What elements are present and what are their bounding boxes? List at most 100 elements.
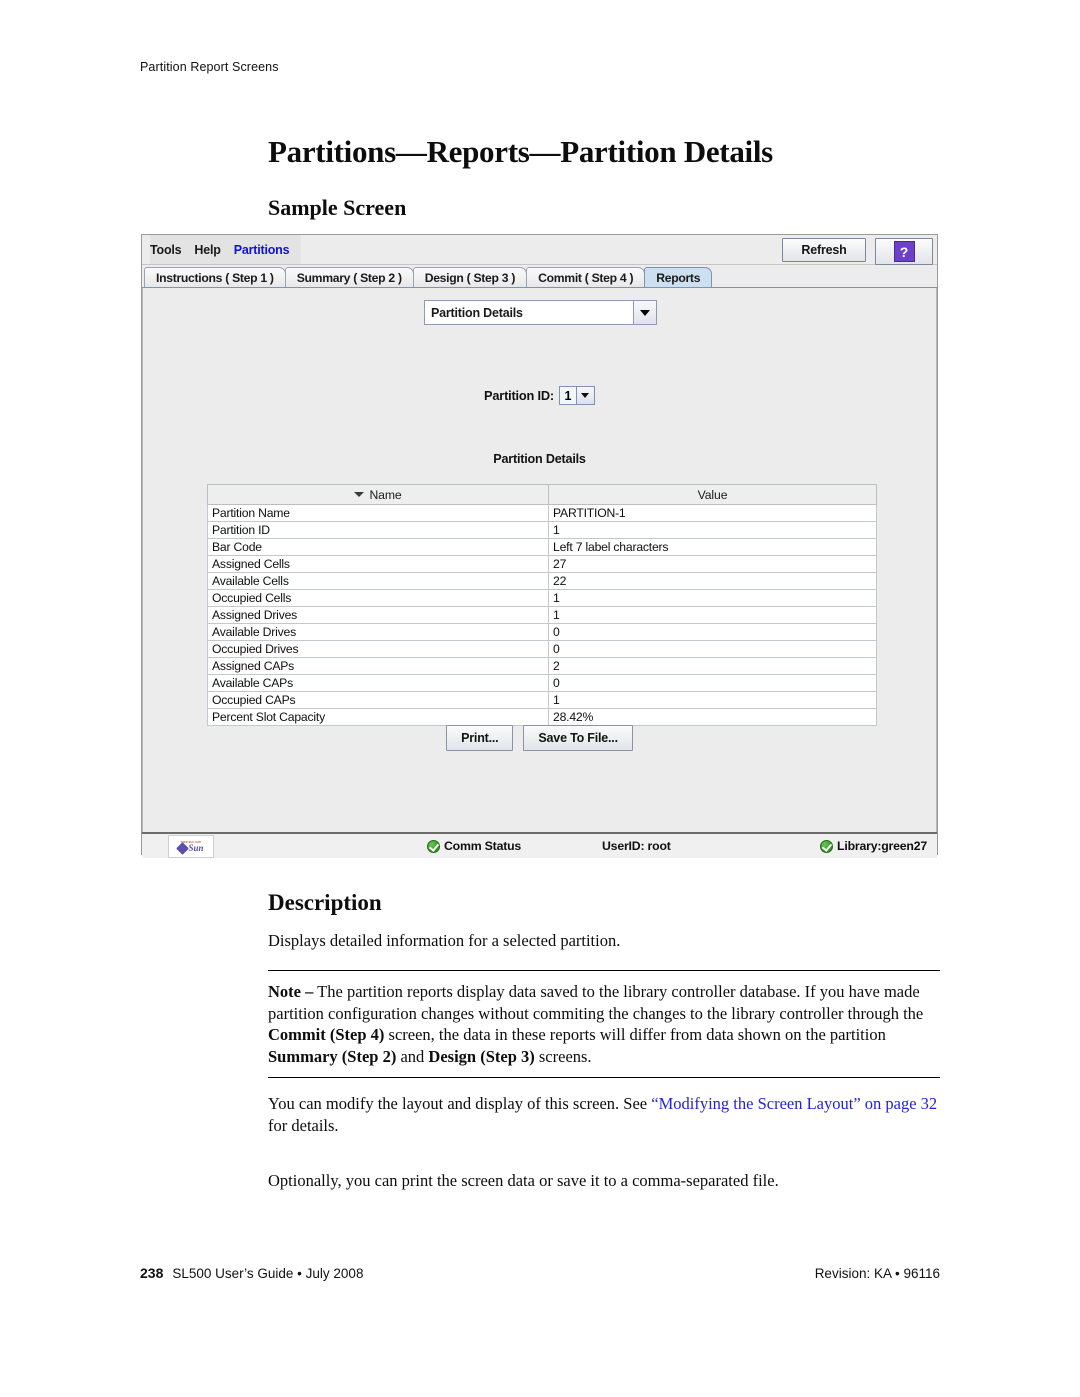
partition-id-label: Partition ID: <box>484 388 554 403</box>
row-name: Percent Slot Capacity <box>207 708 549 726</box>
sun-logo-mark: Sun <box>176 841 204 855</box>
table-header-row: Name Value <box>207 484 877 505</box>
row-name: Occupied Cells <box>207 589 549 607</box>
footer-revision: Revision: KA • 96116 <box>814 1266 940 1281</box>
note-block: Note – The partition reports display dat… <box>268 970 940 1078</box>
sample-screen-heading: Sample Screen <box>268 195 407 220</box>
action-button-row: Print... Save To File... <box>143 725 936 751</box>
menu-group: Tools Help Partitions <box>150 235 302 264</box>
row-value: 0 <box>548 623 877 641</box>
chevron-down-glyph <box>640 309 650 316</box>
row-value: 0 <box>548 674 877 692</box>
tab-strip: Instructions ( Step 1 ) Summary ( Step 2… <box>142 265 937 288</box>
row-name: Occupied CAPs <box>207 691 549 709</box>
table-row[interactable]: Available Drives 0 <box>207 623 877 641</box>
row-value: 1 <box>548 606 877 624</box>
table-row[interactable]: Assigned Cells 27 <box>207 555 877 573</box>
table-row[interactable]: Partition Name PARTITION-1 <box>207 504 877 522</box>
note-part-1: The partition reports display data saved… <box>268 982 924 1023</box>
menu-item-help[interactable]: Help <box>194 243 220 257</box>
note-bold-design: Design (Step 3) <box>428 1046 535 1066</box>
report-type-combobox[interactable]: Partition Details <box>424 300 657 325</box>
table-row[interactable]: Available CAPs 0 <box>207 674 877 692</box>
row-name: Assigned Drives <box>207 606 549 624</box>
row-value: 28.42% <box>548 708 877 726</box>
table-row[interactable]: Occupied Cells 1 <box>207 589 877 607</box>
print-button[interactable]: Print... <box>446 725 514 751</box>
page-footer: 238 SL500 User’s Guide • July 2008 Revis… <box>140 1265 940 1281</box>
column-header-name-label: Name <box>369 487 402 502</box>
description-paragraph: Displays detailed information for a sele… <box>268 931 621 950</box>
save-to-file-button[interactable]: Save To File... <box>523 725 633 751</box>
tab-summary[interactable]: Summary ( Step 2 ) <box>284 267 414 287</box>
check-circle-icon <box>820 839 834 853</box>
report-panel: Partition Details Partition ID: 1 Partit… <box>142 288 937 832</box>
library-status-label: Library:green27 <box>837 839 927 853</box>
chevron-down-glyph <box>581 393 590 398</box>
table-row[interactable]: Occupied CAPs 1 <box>207 691 877 709</box>
status-bar: www.sun.com Sun Comm Status UserID: root… <box>142 832 937 858</box>
row-value: 2 <box>548 657 877 675</box>
footer-guide-title: SL500 User’s Guide • July 2008 <box>172 1266 364 1281</box>
partition-details-table: Name Value Partition Name PARTITION-1 Pa… <box>207 484 877 726</box>
note-part-2: screen, the data in these reports will d… <box>384 1025 886 1044</box>
user-id-label: UserID: root <box>602 839 671 853</box>
tab-design[interactable]: Design ( Step 3 ) <box>412 267 528 287</box>
layout-paragraph-part-2: for details. <box>268 1115 339 1135</box>
row-name: Assigned Cells <box>207 555 549 573</box>
tab-instructions[interactable]: Instructions ( Step 1 ) <box>144 267 286 287</box>
row-value: 27 <box>548 555 877 573</box>
chevron-down-icon[interactable] <box>633 301 656 324</box>
note-part-3: and <box>396 1046 429 1066</box>
table-row[interactable]: Percent Slot Capacity 28.42% <box>207 708 877 726</box>
check-circle-icon <box>427 839 440 853</box>
partition-id-row: Partition ID: 1 <box>143 386 936 405</box>
help-button[interactable]: ? <box>875 238 933 265</box>
optional-paragraph: Optionally, you can print the screen dat… <box>268 1171 779 1190</box>
row-name: Partition ID <box>207 521 549 539</box>
table-row[interactable]: Occupied Drives 0 <box>207 640 877 658</box>
row-value: 1 <box>548 521 877 539</box>
table-row[interactable]: Assigned Drives 1 <box>207 606 877 624</box>
row-name: Available CAPs <box>207 674 549 692</box>
table-row[interactable]: Available Cells 22 <box>207 572 877 590</box>
modifying-screen-layout-link[interactable]: “Modifying the Screen Layout” on page 32 <box>651 1094 937 1113</box>
table-body: Partition Name PARTITION-1 Partition ID … <box>207 504 877 726</box>
row-value: Left 7 label characters <box>548 538 877 556</box>
row-name: Bar Code <box>207 538 549 556</box>
row-name: Assigned CAPs <box>207 657 549 675</box>
column-header-name[interactable]: Name <box>207 484 549 505</box>
table-row[interactable]: Assigned CAPs 2 <box>207 657 877 675</box>
application-screenshot: Tools Help Partitions Refresh ? Instruct… <box>141 234 938 858</box>
column-header-value[interactable]: Value <box>548 484 877 505</box>
table-caption: Partition Details <box>493 452 586 466</box>
note-label: Note – <box>268 982 314 1001</box>
table-row[interactable]: Bar Code Left 7 label characters <box>207 538 877 556</box>
row-value: PARTITION-1 <box>548 504 877 522</box>
footer-left: 238 SL500 User’s Guide • July 2008 <box>140 1265 363 1281</box>
tab-reports[interactable]: Reports <box>644 267 713 287</box>
description-heading: Description <box>268 890 382 915</box>
note-bold-commit: Commit (Step 4) <box>268 1025 385 1044</box>
row-name: Partition Name <box>207 504 549 522</box>
tab-commit[interactable]: Commit ( Step 4 ) <box>526 267 646 287</box>
user-id-status: UserID: root <box>602 839 671 853</box>
partition-id-value[interactable]: 1 <box>558 386 576 405</box>
layout-paragraph-part-1: You can modify the layout and display of… <box>268 1094 652 1113</box>
question-mark-icon: ? <box>893 241 915 262</box>
row-name: Occupied Drives <box>207 640 549 658</box>
table-row[interactable]: Partition ID 1 <box>207 521 877 539</box>
menu-bar: Tools Help Partitions Refresh ? <box>142 235 937 265</box>
partition-id-chevron-down-icon[interactable] <box>575 386 595 405</box>
row-value: 1 <box>548 691 877 709</box>
row-value: 1 <box>548 589 877 607</box>
comm-status-label: Comm Status <box>444 839 522 853</box>
layout-paragraph: You can modify the layout and display of… <box>268 1093 940 1136</box>
row-value: 22 <box>548 572 877 590</box>
library-status-indicator: Library:green27 <box>820 839 927 853</box>
sort-descending-icon <box>354 491 365 497</box>
menu-item-tools[interactable]: Tools <box>150 243 182 257</box>
row-name: Available Cells <box>207 572 549 590</box>
refresh-button[interactable]: Refresh <box>782 238 866 262</box>
menu-item-partitions[interactable]: Partitions <box>234 243 290 257</box>
